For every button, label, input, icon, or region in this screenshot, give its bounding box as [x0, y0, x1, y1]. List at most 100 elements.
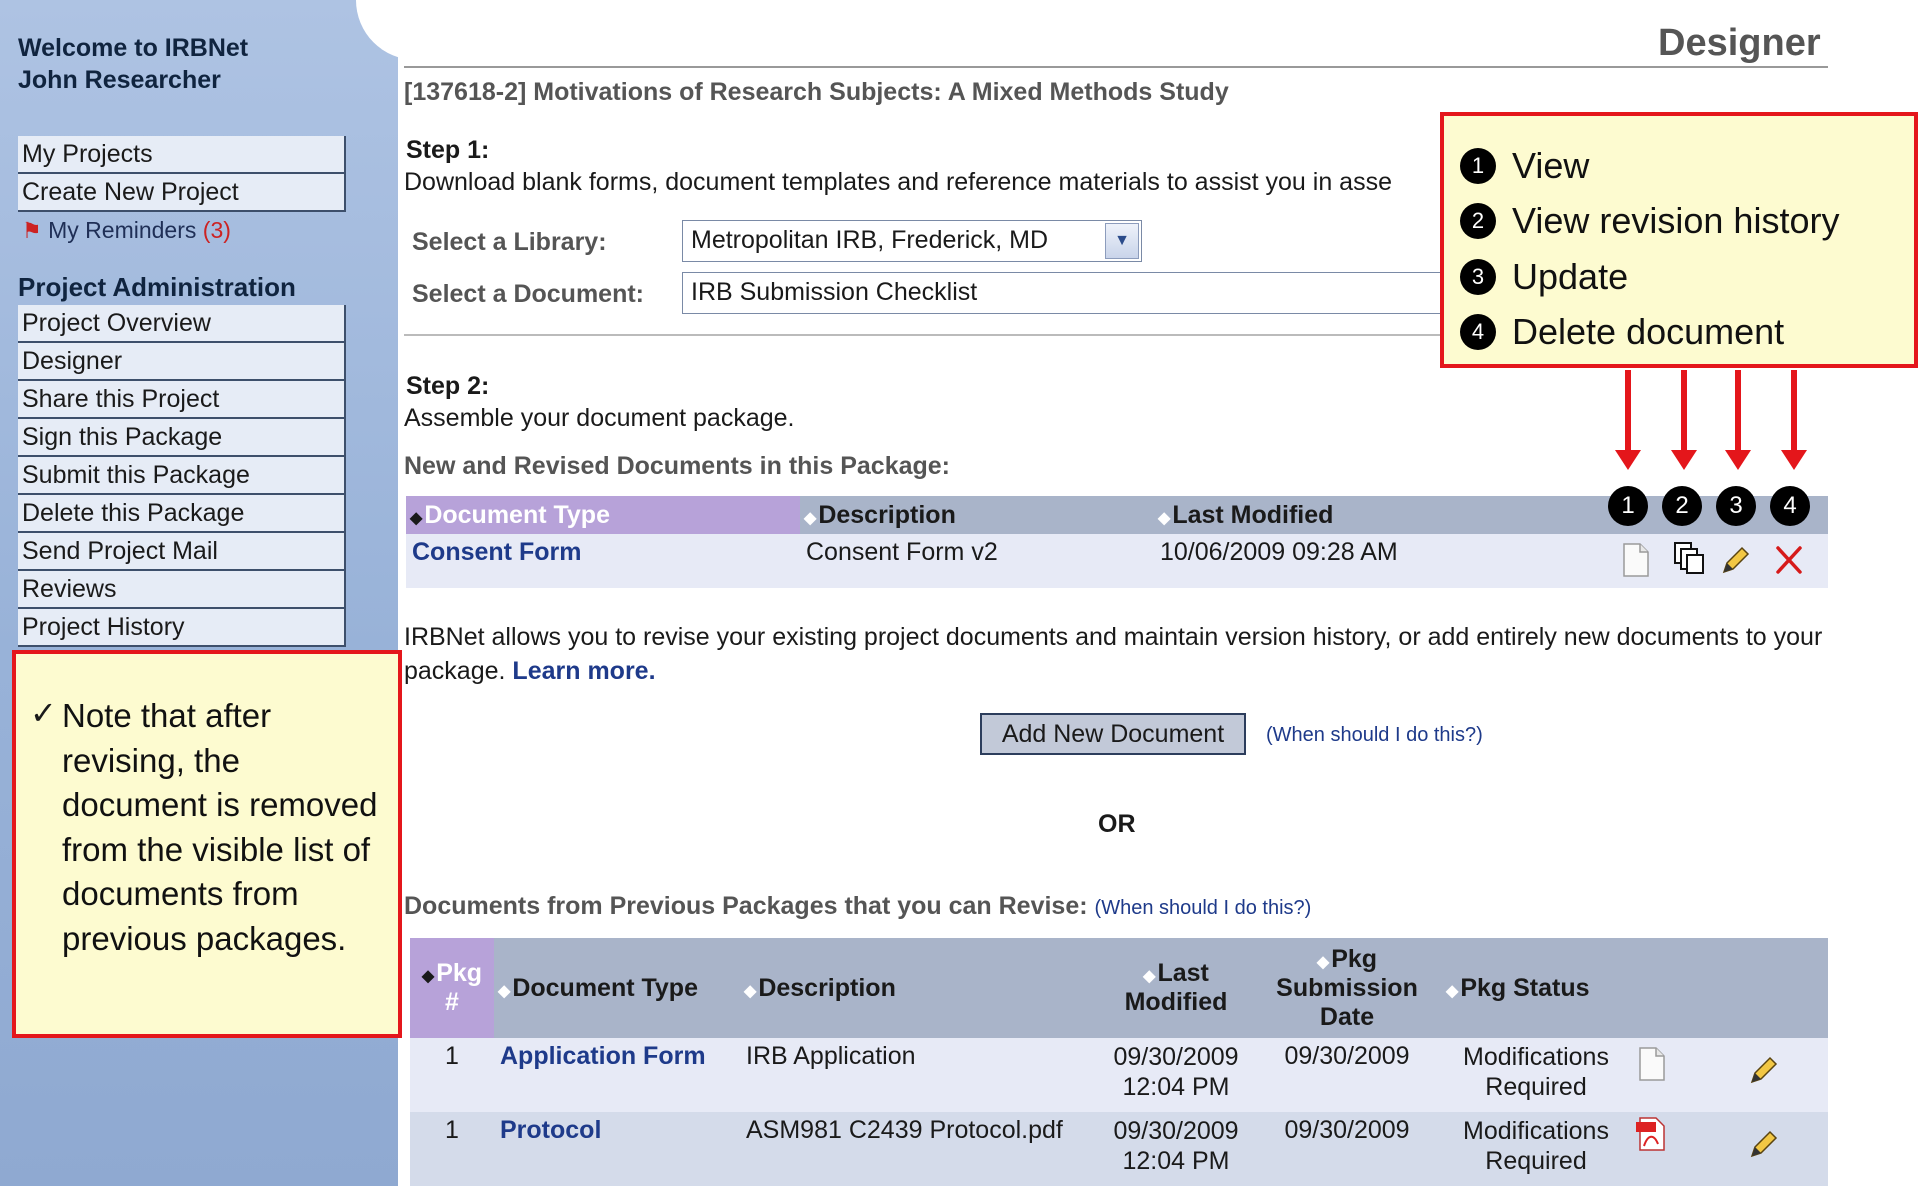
pencil-icon[interactable]: [1718, 542, 1752, 578]
col-header-pkg[interactable]: ◆Pkg #: [410, 938, 494, 1038]
arrow-down-icon: [1781, 370, 1807, 470]
col-header-submission-date[interactable]: ◆Pkg Submission Date: [1252, 938, 1442, 1038]
welcome-block: Welcome to IRBNet John Researcher: [18, 32, 248, 96]
view-document-icon[interactable]: [1618, 542, 1652, 578]
sort-icon: ◆: [410, 509, 423, 527]
col-header-prev-actions: [1630, 938, 1828, 1038]
cell-submission-date: 09/30/2009: [1252, 1112, 1442, 1186]
column-badge-4: 4: [1770, 486, 1810, 526]
library-label: Select a Library:: [412, 228, 607, 256]
legend-item: 4 Delete document: [1460, 305, 1898, 361]
arrow-down-icon: [1725, 370, 1751, 470]
revision-info-paragraph: IRBNet allows you to revise your existin…: [404, 620, 1834, 688]
learn-more-link[interactable]: Learn more.: [512, 657, 655, 685]
status-line: Modifications: [1463, 1043, 1609, 1071]
document-select-value: IRB Submission Checklist: [691, 278, 978, 306]
document-select[interactable]: IRB Submission Checklist: [682, 272, 1452, 314]
nav-item-designer[interactable]: Designer: [18, 343, 346, 381]
nav-item-project-overview[interactable]: Project Overview: [18, 305, 346, 343]
pencil-icon[interactable]: [1746, 1126, 1780, 1162]
sort-icon: ◆: [744, 982, 757, 1000]
legend-item: 1 View: [1460, 138, 1898, 194]
flag-icon: ⚑: [22, 218, 42, 243]
nav-item-send-project-mail[interactable]: Send Project Mail: [18, 533, 346, 571]
library-select-value: Metropolitan IRB, Frederick, MD: [691, 226, 1049, 254]
col-header-prev-document-type[interactable]: ◆Document Type: [494, 938, 740, 1038]
arrow-down-icon: [1615, 370, 1641, 470]
status-line: Required: [1485, 1073, 1587, 1101]
modified-date: 09/30/2009: [1113, 1117, 1239, 1145]
cell-actions: [1630, 1038, 1828, 1112]
sort-icon: ◆: [804, 509, 817, 527]
library-select[interactable]: Metropolitan IRB, Frederick, MD ▼: [682, 220, 1142, 262]
top-nav: My Projects Create New Project ⚑ My Remi…: [18, 136, 346, 250]
pdf-icon[interactable]: [1634, 1116, 1668, 1152]
col-header-prev-last-modified[interactable]: ◆Last Modified: [1100, 938, 1252, 1038]
sort-icon: ◆: [1446, 982, 1459, 1000]
number-badge: 1: [1460, 147, 1496, 184]
previous-packages-text: Documents from Previous Packages that yo…: [404, 892, 1088, 920]
table-row: Consent Form Consent Form v2 10/06/2009 …: [406, 534, 1828, 588]
status-line: Modifications: [1463, 1117, 1609, 1145]
welcome-line: Welcome to IRBNet: [18, 34, 249, 62]
sort-icon: ◆: [498, 982, 511, 1000]
revision-history-icon[interactable]: [1672, 540, 1706, 576]
legend-item: 3 Update: [1460, 249, 1898, 305]
chevron-down-icon[interactable]: ▼: [1105, 223, 1139, 259]
step1-description: Download blank forms, document templates…: [404, 168, 1392, 196]
cell-pkg-status: Modifications Required: [1442, 1112, 1630, 1186]
col-header-pkg-status[interactable]: ◆Pkg Status: [1442, 938, 1630, 1038]
legend-item: 2 View revision history: [1460, 194, 1898, 250]
document-icon[interactable]: [1634, 1046, 1668, 1082]
page-title: Designer: [1658, 22, 1821, 64]
nav-item-my-reminders[interactable]: ⚑ My Reminders (3): [18, 212, 346, 250]
sort-icon: ◆: [1158, 509, 1171, 527]
sort-icon: ◆: [1143, 968, 1156, 985]
col-header-description[interactable]: ◆Description: [800, 496, 1154, 534]
checkmark-icon: ✓: [30, 695, 57, 731]
number-badge: 2: [1460, 203, 1496, 240]
nav-item-delete-package[interactable]: Delete this Package: [18, 495, 346, 533]
delete-icon[interactable]: [1772, 542, 1806, 578]
nav-item-reviews[interactable]: Reviews: [18, 571, 346, 609]
project-title: [137618-2] Motivations of Research Subje…: [404, 78, 1229, 106]
cell-description: ASM981 C2439 Protocol.pdf: [740, 1112, 1100, 1186]
cell-pkg-status: Modifications Required: [1442, 1038, 1630, 1112]
cell-last-modified: 10/06/2009 09:28 AM: [1154, 534, 1606, 588]
nav-item-project-history[interactable]: Project History: [18, 609, 346, 647]
step2-heading: Step 2:: [406, 372, 490, 400]
nav-item-sign-package[interactable]: Sign this Package: [18, 419, 346, 457]
step2-description: Assemble your document package.: [404, 404, 795, 432]
cell-pkg: 1: [410, 1038, 494, 1112]
add-new-document-button[interactable]: Add New Document: [980, 713, 1246, 755]
document-link[interactable]: Consent Form: [412, 538, 581, 566]
table-row: 1 Application Form IRB Application 09/30…: [410, 1038, 1828, 1112]
when-should-i-link[interactable]: (When should I do this?): [1266, 724, 1483, 747]
document-link[interactable]: Application Form: [500, 1042, 706, 1070]
cell-description: IRB Application: [740, 1038, 1100, 1112]
nav-item-share-project[interactable]: Share this Project: [18, 381, 346, 419]
col-header-last-modified[interactable]: ◆Last Modified: [1154, 496, 1606, 534]
user-name: John Researcher: [18, 66, 221, 94]
or-divider-text: OR: [1098, 810, 1136, 838]
legend-label: Delete document: [1512, 311, 1785, 353]
modified-date: 09/30/2009: [1113, 1043, 1239, 1071]
pencil-icon[interactable]: [1746, 1052, 1780, 1088]
document-link[interactable]: Protocol: [500, 1116, 601, 1144]
modified-time: 12:04 PM: [1122, 1073, 1230, 1101]
nav-item-create-new-project[interactable]: Create New Project: [18, 174, 346, 212]
sidebar: Welcome to IRBNet John Researcher My Pro…: [0, 0, 402, 1186]
cell-pkg: 1: [410, 1112, 494, 1186]
legend-label: View revision history: [1512, 200, 1840, 242]
col-header-prev-description[interactable]: ◆Description: [740, 938, 1100, 1038]
modified-time: 12:04 PM: [1122, 1147, 1230, 1175]
cell-last-modified: 09/30/2009 12:04 PM: [1100, 1038, 1252, 1112]
nav-item-my-projects[interactable]: My Projects: [18, 136, 346, 174]
cell-description: Consent Form v2: [800, 534, 1154, 588]
when-should-i-link-2[interactable]: (When should I do this?): [1095, 897, 1312, 919]
cell-actions: [1630, 1112, 1828, 1186]
column-badge-1: 1: [1608, 486, 1648, 526]
col-header-document-type[interactable]: ◆Document Type: [406, 496, 800, 534]
nav-item-submit-package[interactable]: Submit this Package: [18, 457, 346, 495]
previous-packages-label: Documents from Previous Packages that yo…: [404, 892, 1311, 921]
